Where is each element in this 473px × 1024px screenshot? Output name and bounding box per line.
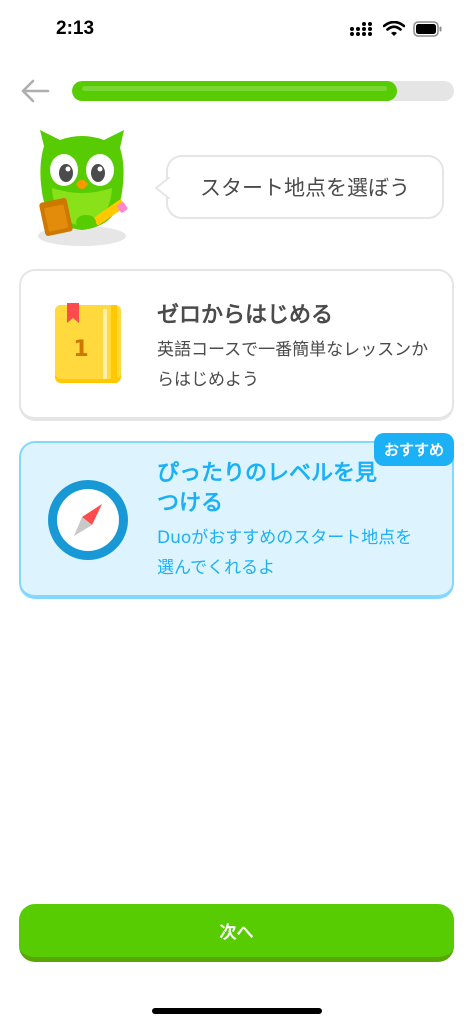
book-number: 1 bbox=[73, 337, 88, 362]
home-indicator bbox=[152, 1008, 322, 1014]
option-description: 英語コースで一番簡単なレッスンからはじめよう bbox=[157, 340, 429, 390]
option-title: ぴったりのレベルを見つける bbox=[157, 461, 378, 516]
status-time: 2:13 bbox=[56, 18, 95, 39]
arrow-left-icon bbox=[21, 79, 50, 103]
option-find-level[interactable]: おすすめ ぴったりのレベルを見つける Duoがおすすめのスタート地点を選んでくれ… bbox=[19, 433, 454, 599]
prompt-text: スタート地点を選ぼう bbox=[200, 176, 410, 200]
status-bar: 2:13 bbox=[0, 0, 473, 60]
compass-icon bbox=[48, 480, 128, 560]
option-start-from-zero[interactable]: 1 ゼロからはじめる 英語コースで一番簡単なレッスンからはじめよう bbox=[19, 269, 454, 421]
next-button[interactable]: 次へ bbox=[19, 904, 454, 962]
lesson-progress-bar bbox=[72, 81, 454, 101]
option-description: Duoがおすすめのスタート地点を選んでくれるよ bbox=[157, 528, 413, 578]
battery-icon bbox=[413, 21, 442, 37]
speech-bubble: スタート地点を選ぼう bbox=[154, 155, 444, 219]
wifi-icon bbox=[383, 21, 405, 36]
speech-bubble-tail bbox=[154, 177, 170, 199]
progress-highlight bbox=[82, 86, 387, 91]
back-button[interactable] bbox=[18, 74, 52, 108]
progress-fill bbox=[72, 81, 397, 101]
status-icons bbox=[349, 21, 443, 37]
book-icon: 1 bbox=[55, 303, 121, 383]
owl-mascot-icon bbox=[30, 126, 138, 250]
cellular-signal-icon bbox=[350, 22, 372, 36]
option-title: ゼロからはじめる bbox=[157, 303, 334, 328]
